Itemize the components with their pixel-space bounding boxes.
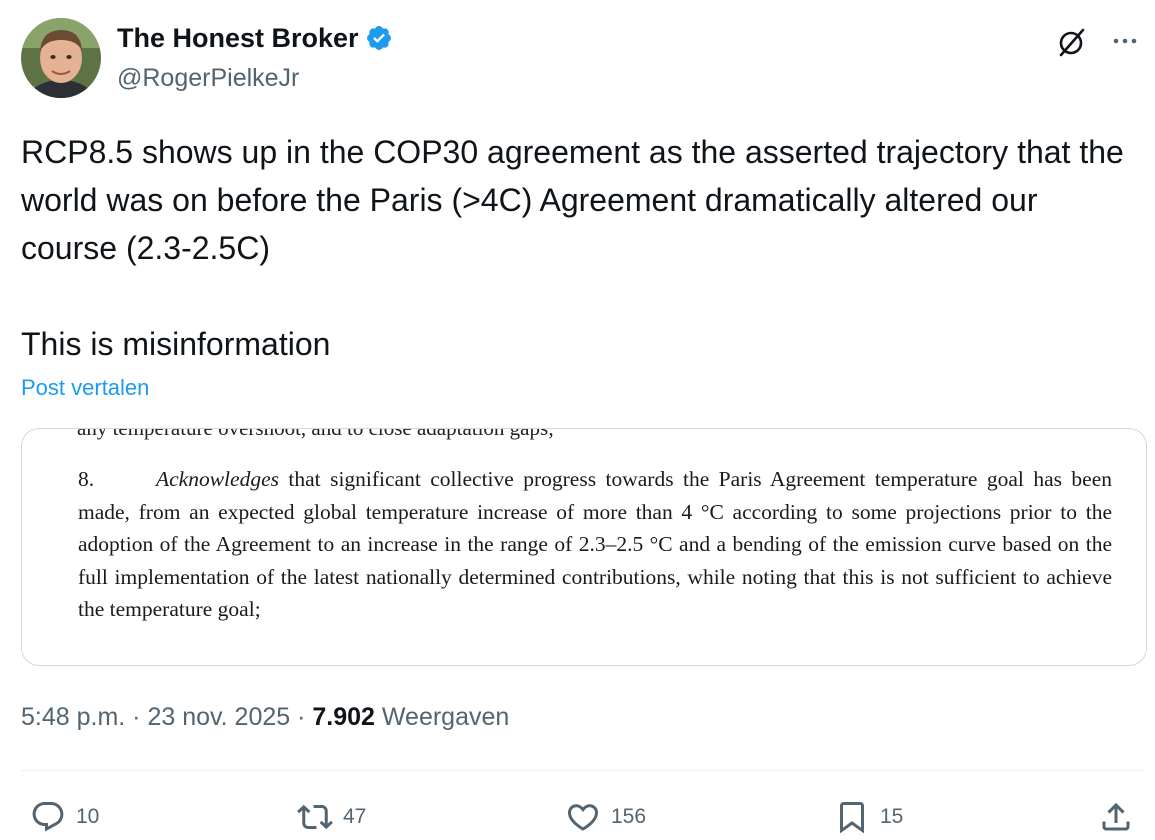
media-image[interactable]: any temperature overshoot, and to close … [21,428,1147,666]
share-button[interactable] [1098,797,1134,837]
emphasis-word: Acknowledges [156,467,279,491]
reply-button[interactable]: 10 [30,797,99,837]
author-display-name[interactable]: The Honest Broker [117,20,359,56]
avatar-image [21,18,101,98]
bookmark-count: 15 [880,805,904,828]
meta-separator: · [125,703,148,731]
tweet-meta: 5:48 p.m. · 23 nov. 2025 · 7.902 Weergav… [21,700,509,734]
paragraph-number: 8. [78,467,95,491]
reply-count: 10 [76,805,100,828]
tweet-text: RCP8.5 shows up in the COP30 agreement a… [21,128,1131,368]
author-name[interactable]: The Honest Broker [117,20,393,56]
bookmark-button[interactable]: 15 [834,797,903,837]
tweet-paragraph: This is misinformation [21,326,331,362]
post-date[interactable]: 23 nov. 2025 [147,703,290,731]
meta-separator: · [290,703,313,731]
verified-badge-icon [366,26,391,50]
avatar[interactable] [21,18,101,98]
like-count: 156 [611,805,647,828]
like-icon [567,804,599,831]
repost-count: 47 [343,805,367,828]
repost-button[interactable]: 47 [297,797,366,837]
translate-post-link[interactable]: Post vertalen [21,372,149,404]
bookmark-icon [840,802,864,834]
reply-icon [32,802,64,832]
post-time[interactable]: 5:48 p.m. [21,703,125,731]
share-icon [1102,802,1130,831]
grok-icon[interactable] [1056,26,1088,58]
views-count: 7.902 [312,703,375,731]
repost-icon [297,804,333,830]
like-button[interactable]: 156 [565,797,646,837]
document-paragraph: 8. Acknowledges that significant collecti… [78,463,1112,626]
more-icon[interactable] [1108,24,1142,58]
document-cut-line: any temperature overshoot, and to close … [77,428,555,440]
tweet-paragraph: RCP8.5 shows up in the COP30 agreement a… [21,134,1124,266]
views-label: Weergaven [374,703,510,731]
divider [21,770,1145,771]
author-handle[interactable]: @RogerPielkeJr [117,61,299,95]
